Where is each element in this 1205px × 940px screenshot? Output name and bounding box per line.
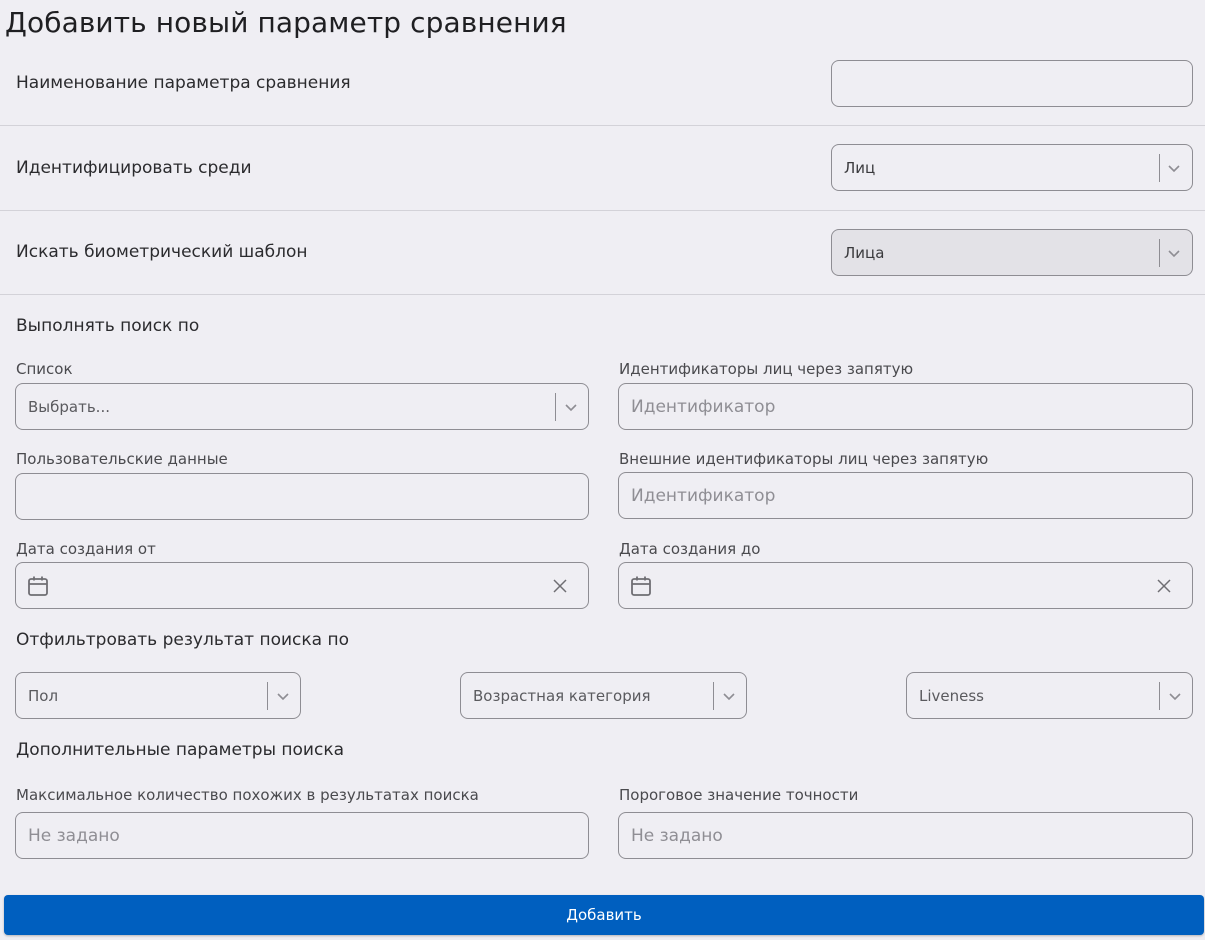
liveness-placeholder: Liveness	[919, 686, 984, 705]
identify-among-label: Идентифицировать среди	[16, 158, 252, 178]
biometric-template-label: Искать биометрический шаблон	[16, 242, 308, 262]
chevron-down-icon[interactable]	[720, 687, 738, 705]
chevron-down-icon[interactable]	[1165, 244, 1183, 262]
parameter-name-label: Наименование параметра сравнения	[16, 73, 351, 93]
clear-icon[interactable]	[1156, 578, 1172, 594]
extra-params-heading: Дополнительные параметры поиска	[16, 740, 345, 760]
page-title: Добавить новый параметр сравнения	[5, 6, 567, 39]
created-to-label: Дата создания до	[619, 540, 761, 558]
created-to-datepicker[interactable]	[618, 562, 1193, 609]
liveness-select[interactable]: Liveness	[906, 672, 1193, 719]
created-from-label: Дата создания от	[16, 540, 156, 558]
select-separator	[1159, 239, 1160, 267]
row-parameter-name: Наименование параметра сравнения	[0, 40, 1205, 126]
gender-select[interactable]: Пол	[15, 672, 301, 719]
user-data-label: Пользовательские данные	[16, 450, 228, 468]
biometric-template-value: Лица	[844, 243, 885, 262]
face-ids-label: Идентификаторы лиц через запятую	[619, 360, 914, 378]
identify-among-select[interactable]: Лиц	[831, 144, 1193, 191]
gender-placeholder: Пол	[28, 686, 59, 705]
face-ids-placeholder: Идентификатор	[631, 396, 776, 417]
select-separator	[267, 682, 268, 710]
max-similar-input[interactable]: Не задано	[15, 812, 589, 859]
calendar-icon[interactable]	[629, 574, 653, 598]
list-placeholder: Выбрать...	[28, 397, 110, 416]
threshold-input[interactable]: Не задано	[618, 812, 1193, 859]
chevron-down-icon[interactable]	[1166, 687, 1184, 705]
list-label: Список	[16, 360, 73, 378]
external-ids-input[interactable]: Идентификатор	[618, 472, 1193, 519]
filter-heading: Отфильтровать результат поиска по	[16, 630, 349, 650]
select-separator	[1159, 154, 1160, 182]
select-separator	[1159, 682, 1160, 710]
biometric-template-select[interactable]: Лица	[831, 229, 1193, 276]
external-ids-placeholder: Идентификатор	[631, 485, 776, 506]
add-comparison-parameter-form: Добавить новый параметр сравнения Наимен…	[0, 0, 1205, 940]
row-biometric-template: Искать биометрический шаблон Лица	[0, 211, 1205, 295]
chevron-down-icon[interactable]	[274, 687, 292, 705]
created-from-datepicker[interactable]	[15, 562, 589, 609]
face-ids-input[interactable]: Идентификатор	[618, 383, 1193, 430]
chevron-down-icon[interactable]	[562, 398, 580, 416]
chevron-down-icon[interactable]	[1165, 159, 1183, 177]
list-select[interactable]: Выбрать...	[15, 383, 589, 430]
user-data-input[interactable]	[15, 473, 589, 520]
row-identify-among: Идентифицировать среди Лиц	[0, 126, 1205, 211]
threshold-placeholder: Не задано	[631, 825, 723, 846]
clear-icon[interactable]	[552, 578, 568, 594]
external-ids-label: Внешние идентификаторы лиц через запятую	[619, 450, 989, 468]
select-separator	[713, 682, 714, 710]
threshold-label: Пороговое значение точности	[619, 786, 859, 804]
max-similar-label: Максимальное количество похожих в резуль…	[16, 786, 479, 804]
identify-among-value: Лиц	[844, 158, 876, 177]
search-by-heading: Выполнять поиск по	[16, 316, 200, 336]
max-similar-placeholder: Не задано	[28, 825, 120, 846]
parameter-name-input[interactable]	[831, 60, 1193, 107]
age-category-placeholder: Возрастная категория	[473, 686, 651, 705]
select-separator	[555, 393, 556, 421]
age-category-select[interactable]: Возрастная категория	[460, 672, 747, 719]
calendar-icon[interactable]	[26, 574, 50, 598]
add-button[interactable]: Добавить	[4, 895, 1204, 935]
